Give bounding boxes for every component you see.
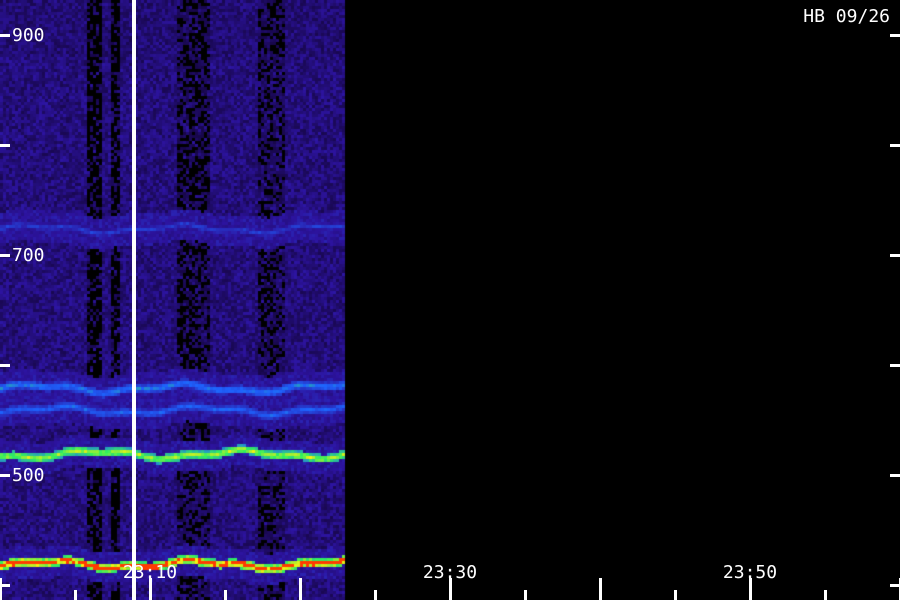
y-tick-right — [890, 254, 900, 257]
x-tick — [674, 590, 677, 600]
y-tick-right — [890, 144, 900, 147]
x-tick — [224, 590, 227, 600]
time-marker-line — [132, 0, 136, 600]
y-axis-right — [890, 34, 900, 587]
station-label: HB 09/26 — [803, 6, 890, 27]
x-tick — [74, 590, 77, 600]
x-tick — [599, 578, 602, 600]
y-tick-right — [890, 364, 900, 367]
y-tick-left — [0, 474, 10, 477]
y-tick-left — [0, 254, 10, 257]
y-tick-label: 500 — [12, 465, 45, 486]
x-tick — [0, 578, 2, 600]
y-axis-left: 900 700 500 — [0, 25, 45, 587]
y-tick-label: 700 — [12, 245, 45, 266]
y-tick-left — [0, 34, 10, 37]
x-tick-label: 23:30 — [423, 562, 477, 583]
chart-overlay: 900 700 500 23:10 23:30 23:50 HB 09/26 — [0, 0, 900, 600]
x-tick — [299, 578, 302, 600]
y-tick-right — [890, 584, 900, 587]
y-tick-left — [0, 144, 10, 147]
y-tick-left — [0, 364, 10, 367]
x-tick — [524, 590, 527, 600]
x-tick-label: 23:10 — [123, 562, 177, 583]
y-tick-right — [890, 474, 900, 477]
y-tick-label: 900 — [12, 25, 45, 46]
y-tick-right — [890, 34, 900, 37]
x-tick — [374, 590, 377, 600]
x-tick-label: 23:50 — [723, 562, 777, 583]
x-tick — [824, 590, 827, 600]
